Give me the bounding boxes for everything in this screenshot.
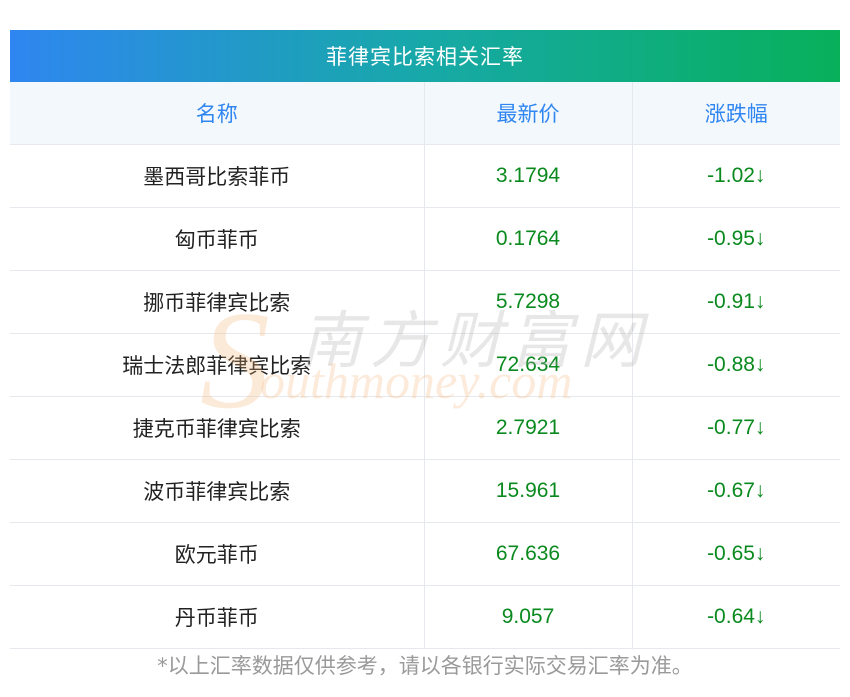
currency-name[interactable]: 捷克币菲律宾比索 <box>10 396 425 460</box>
change-percent: -0.64↓ <box>632 585 840 649</box>
latest-price: 9.057 <box>424 585 633 649</box>
change-percent: -0.77↓ <box>632 396 840 460</box>
currency-name[interactable]: 欧元菲币 <box>10 522 425 586</box>
change-percent: -0.65↓ <box>632 522 840 586</box>
change-percent: -1.02↓ <box>632 144 840 208</box>
latest-price: 15.961 <box>424 459 633 523</box>
currency-name[interactable]: 匈币菲币 <box>10 207 425 271</box>
table-row[interactable]: 匈币菲币 0.1764 -0.95↓ <box>10 207 840 271</box>
table-row[interactable]: 瑞士法郎菲律宾比索 72.634 -0.88↓ <box>10 333 840 397</box>
latest-price: 67.636 <box>424 522 633 586</box>
column-header-change: 涨跌幅 <box>632 82 840 145</box>
change-percent: -0.88↓ <box>632 333 840 397</box>
header-row: 名称 最新价 涨跌幅 <box>10 82 840 145</box>
currency-name[interactable]: 墨西哥比索菲币 <box>10 144 425 208</box>
latest-price: 3.1794 <box>424 144 633 208</box>
change-percent: -0.91↓ <box>632 270 840 334</box>
page: 菲律宾比索相关汇率 名称 最新价 涨跌幅 墨西哥比索菲币 3.1794 -1.0… <box>0 0 850 697</box>
latest-price: 0.1764 <box>424 207 633 271</box>
table-row[interactable]: 墨西哥比索菲币 3.1794 -1.02↓ <box>10 144 840 208</box>
currency-name[interactable]: 瑞士法郎菲律宾比索 <box>10 333 425 397</box>
change-percent: -0.95↓ <box>632 207 840 271</box>
table-row[interactable]: 丹币菲币 9.057 -0.64↓ <box>10 585 840 649</box>
column-header-price: 最新价 <box>424 82 633 145</box>
table-row[interactable]: 波币菲律宾比索 15.961 -0.67↓ <box>10 459 840 523</box>
table-title: 菲律宾比索相关汇率 <box>10 30 840 82</box>
disclaimer-footnote: *以上汇率数据仅供参考，请以各银行实际交易汇率为准。 <box>157 654 693 678</box>
rate-table-card: 菲律宾比索相关汇率 名称 最新价 涨跌幅 墨西哥比索菲币 3.1794 -1.0… <box>10 30 840 649</box>
currency-name[interactable]: 丹币菲币 <box>10 585 425 649</box>
column-header-name: 名称 <box>10 82 425 145</box>
currency-name[interactable]: 挪币菲律宾比索 <box>10 270 425 334</box>
rate-table: 名称 最新价 涨跌幅 墨西哥比索菲币 3.1794 -1.02↓ 匈币菲币 0.… <box>10 82 840 649</box>
latest-price: 5.7298 <box>424 270 633 334</box>
latest-price: 72.634 <box>424 333 633 397</box>
latest-price: 2.7921 <box>424 396 633 460</box>
table-row[interactable]: 欧元菲币 67.636 -0.65↓ <box>10 522 840 586</box>
currency-name[interactable]: 波币菲律宾比索 <box>10 459 425 523</box>
change-percent: -0.67↓ <box>632 459 840 523</box>
table-row[interactable]: 捷克币菲律宾比索 2.7921 -0.77↓ <box>10 396 840 460</box>
table-row[interactable]: 挪币菲律宾比索 5.7298 -0.91↓ <box>10 270 840 334</box>
